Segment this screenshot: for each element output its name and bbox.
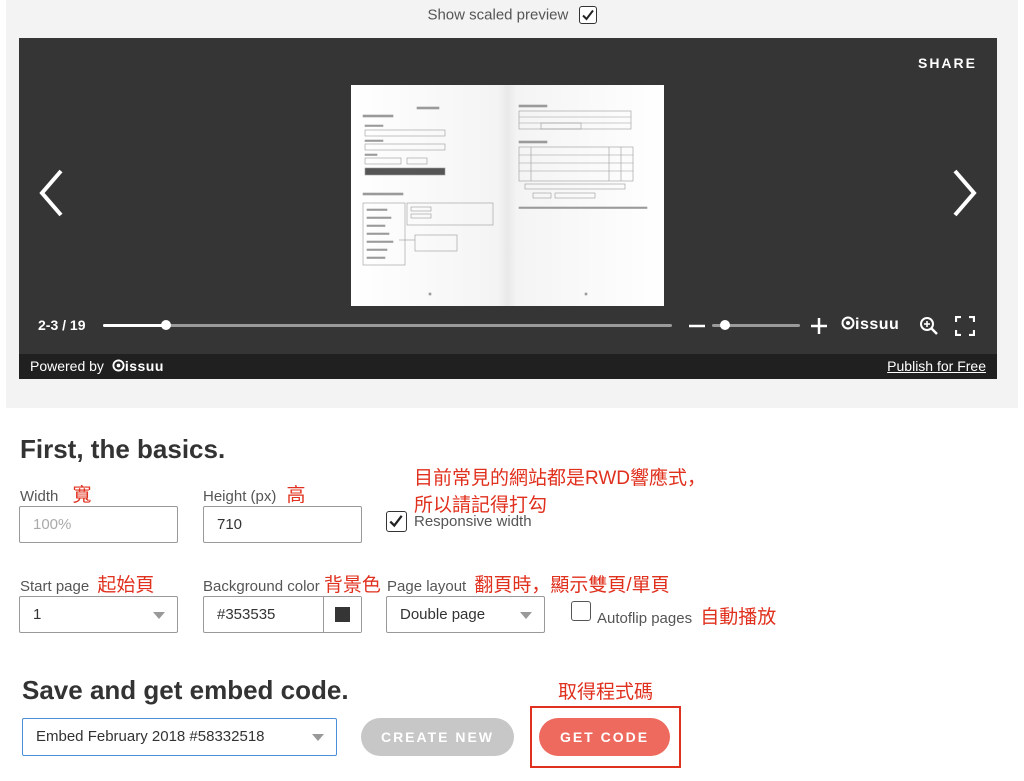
chevron-down-icon xyxy=(312,734,324,741)
embed-select-value: Embed February 2018 #58332518 xyxy=(36,728,265,745)
zoom-out-icon[interactable] xyxy=(688,317,706,335)
checkmark-icon xyxy=(581,9,594,21)
page-progress-fill xyxy=(103,324,166,327)
page-layout-annotation: 翻頁時，顯示雙頁/單頁 xyxy=(474,575,670,596)
checkmark-icon xyxy=(389,515,403,528)
issuu-viewer: SHARE 2-3 / 19 issuu xyxy=(19,38,997,354)
start-page-annotation: 起始頁 xyxy=(97,575,155,596)
zoom-slider[interactable] xyxy=(712,320,800,330)
issuu-logo-icon xyxy=(112,359,125,372)
previous-page-icon[interactable] xyxy=(37,168,67,218)
powered-by-label: Powered by xyxy=(30,358,104,374)
background-color-label-text: Background color xyxy=(203,578,320,595)
save-heading: Save and get embed code. xyxy=(22,675,349,705)
viewer-footer: Powered by issuu Publish for Free xyxy=(19,354,997,379)
autoflip-checkbox[interactable] xyxy=(571,601,591,621)
height-input[interactable]: 710 xyxy=(203,506,362,543)
color-swatch xyxy=(335,607,350,622)
show-scaled-preview-row: Show scaled preview xyxy=(0,6,1024,25)
height-label: Height (px) 高 xyxy=(203,480,306,507)
zoom-handle[interactable] xyxy=(719,320,730,330)
get-code-annotation: 取得程式碼 xyxy=(558,682,654,703)
get-code-button[interactable]: GET CODE xyxy=(539,718,670,756)
page-progress-slider[interactable] xyxy=(103,320,672,330)
embed-select[interactable]: Embed February 2018 #58332518 xyxy=(22,718,337,756)
chevron-down-icon xyxy=(520,612,532,619)
issuu-footer-text: issuu xyxy=(124,358,164,374)
page-layout-label: Page layout 翻頁時，顯示雙頁/單頁 xyxy=(387,570,670,597)
responsive-width-label: Responsive width xyxy=(414,513,532,530)
document-pages-image xyxy=(351,85,664,306)
autoflip-label-text: Autoflip pages xyxy=(597,610,693,627)
publish-for-free-link[interactable]: Publish for Free xyxy=(887,358,986,374)
viewer-controls: 2-3 / 19 issuu xyxy=(19,316,997,336)
start-page-label-text: Start page xyxy=(20,578,90,595)
create-new-button[interactable]: CREATE NEW xyxy=(361,718,514,756)
zoom-in-icon[interactable] xyxy=(810,317,828,335)
page-layout-value: Double page xyxy=(400,606,486,623)
page-layout-select[interactable]: Double page xyxy=(386,596,545,633)
powered-by: Powered by issuu xyxy=(30,358,164,374)
show-scaled-preview-label: Show scaled preview xyxy=(427,6,569,24)
next-page-icon[interactable] xyxy=(949,168,979,218)
share-button[interactable]: SHARE xyxy=(918,55,977,71)
start-page-value: 1 xyxy=(33,606,42,623)
issuu-logo-icon xyxy=(841,316,855,330)
background-color-input[interactable]: #353535 xyxy=(203,596,362,633)
responsive-width-checkbox[interactable] xyxy=(386,511,407,532)
height-value: 710 xyxy=(217,516,243,533)
chevron-down-icon xyxy=(153,612,165,619)
responsive-annotation-line1: 目前常見的網站都是RWD響應式， xyxy=(414,468,707,489)
width-annotation: 寬 xyxy=(72,485,92,506)
color-swatch-button[interactable] xyxy=(323,597,361,632)
width-input[interactable]: 100% xyxy=(19,506,178,543)
issuu-logo[interactable]: issuu xyxy=(841,316,899,334)
magnifier-icon[interactable] xyxy=(919,316,939,336)
autoflip-annotation: 自動播放 xyxy=(700,607,777,628)
start-page-select[interactable]: 1 xyxy=(19,596,178,633)
width-label-text: Width xyxy=(20,488,59,505)
basics-heading: First, the basics. xyxy=(20,434,226,464)
page-progress-handle[interactable] xyxy=(160,320,171,330)
document-spread[interactable] xyxy=(351,85,664,306)
start-page-label: Start page 起始頁 xyxy=(20,570,154,597)
autoflip-label: Autoflip pages 自動播放 xyxy=(597,602,776,629)
page-layout-label-text: Page layout xyxy=(387,578,467,595)
width-placeholder: 100% xyxy=(33,516,72,533)
background-color-annotation: 背景色 xyxy=(323,575,381,596)
fullscreen-icon[interactable] xyxy=(955,316,975,336)
height-annotation: 高 xyxy=(286,485,306,506)
issuu-logo-text: issuu xyxy=(855,316,900,333)
background-color-label: Background color 背景色 xyxy=(203,570,381,597)
height-label-text: Height (px) xyxy=(203,488,277,505)
show-scaled-preview-checkbox[interactable] xyxy=(578,6,597,25)
width-label: Width 寬 xyxy=(20,480,92,507)
page-counter: 2-3 / 19 xyxy=(38,317,86,333)
background-color-value: #353535 xyxy=(217,606,276,623)
